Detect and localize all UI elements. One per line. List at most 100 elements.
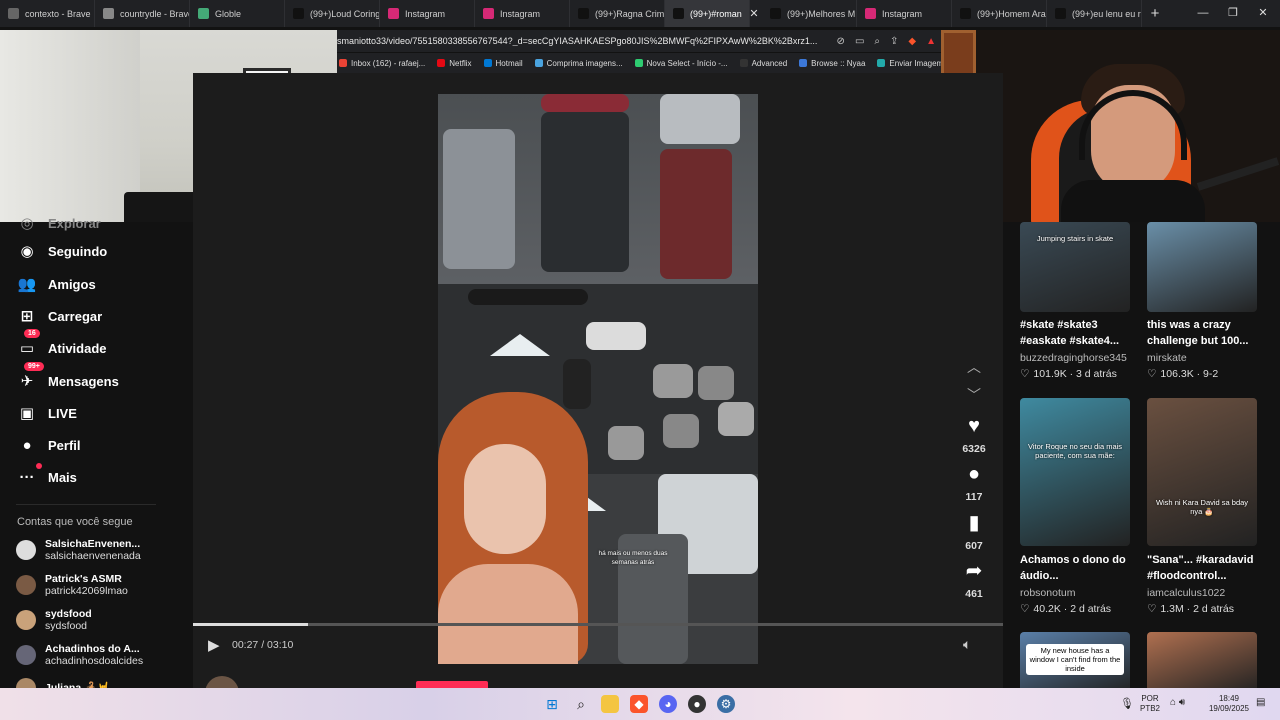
browser-tab[interactable]: Instagram bbox=[380, 0, 475, 27]
rewards-icon[interactable]: ▲ bbox=[926, 36, 936, 47]
sidebar-item-explore[interactable]: ◎ Explorar bbox=[16, 212, 100, 234]
close-window-button[interactable]: ✕ bbox=[1248, 0, 1278, 27]
account-name: Achadinhos do A... bbox=[45, 643, 140, 655]
friends-icon: 👥 bbox=[17, 276, 37, 293]
new-tab-button[interactable]: + bbox=[1142, 5, 1168, 22]
next-video-chevron-icon[interactable]: ﹀ bbox=[963, 385, 985, 405]
volume-icon[interactable]: 🔈︎ bbox=[963, 636, 971, 653]
microphone-icon[interactable]: 🎙︎ bbox=[1120, 699, 1134, 710]
sidebar-item-seguindo[interactable]: ◉ Seguindo bbox=[16, 240, 107, 262]
tab-favicon-icon bbox=[103, 8, 114, 19]
bookmark-label: Browse :: Nyaa bbox=[811, 58, 866, 68]
video-caption[interactable]: "Sana"... #karadavid #floodcontrol... bbox=[1147, 552, 1271, 584]
video-thumbnail[interactable]: Jumping stairs in skate bbox=[1020, 222, 1130, 312]
browser-tab[interactable]: (99+)Melhores M bbox=[762, 0, 857, 27]
bookmark-item[interactable]: Hotmail bbox=[483, 59, 523, 68]
bookmark-item[interactable]: Browse :: Nyaa bbox=[799, 59, 865, 68]
bookmark-item[interactable]: Comprima imagens... bbox=[534, 59, 623, 68]
bookmark-item[interactable]: Advanced bbox=[739, 59, 787, 68]
tab-favicon-icon bbox=[483, 8, 494, 19]
brave-browser-icon[interactable]: ◆ bbox=[630, 695, 648, 713]
bookmark-item[interactable]: Inbox (162) - rafaej... bbox=[339, 59, 425, 68]
brave-shield-icon[interactable]: ◆ bbox=[908, 36, 916, 47]
sidebar-item-amigos[interactable]: 👥 Amigos bbox=[16, 273, 96, 295]
video-author[interactable]: buzzedraginghorse345 bbox=[1020, 352, 1127, 364]
sidebar-item-carregar[interactable]: ⊞ Carregar bbox=[16, 305, 103, 327]
followed-account[interactable]: sydsfood sydsfood bbox=[16, 608, 92, 632]
video-caption[interactable]: this was a crazy challenge but 100... bbox=[1147, 317, 1271, 349]
url-text[interactable]: smaniotto33/video/7551580338556767544?_d… bbox=[337, 36, 831, 46]
video-thumbnail[interactable] bbox=[1147, 222, 1257, 312]
discord-icon[interactable]: ◕ bbox=[659, 695, 677, 713]
browser-tab[interactable]: Globle bbox=[190, 0, 285, 27]
windows-start-icon[interactable]: ⊞ bbox=[543, 695, 561, 713]
sidebar-item-live[interactable]: ▣ LIVE bbox=[16, 402, 77, 424]
tiktok-sidebar: ◎ Explorar ◉ Seguindo 👥 Amigos ⊞ Carregar ▭ 16 A… bbox=[0, 215, 193, 698]
video-author[interactable]: iamcalculus1022 bbox=[1147, 587, 1225, 599]
save-button[interactable]: ▮ 607 bbox=[958, 512, 990, 552]
sidebar-item-mais[interactable]: ··· Mais bbox=[16, 463, 77, 488]
video-thumbnail[interactable] bbox=[1147, 632, 1257, 688]
video-thumbnail[interactable]: My new house has a window I can't find f… bbox=[1020, 632, 1130, 688]
bookmark-item[interactable]: Enviar Imagem p bbox=[877, 59, 942, 68]
comment-button[interactable]: ● 117 bbox=[958, 463, 990, 503]
notification-icon[interactable]: ▤ bbox=[1256, 698, 1265, 708]
play-icon[interactable]: ▶ bbox=[208, 636, 226, 654]
browser-tab[interactable]: (99+)Homem Ara bbox=[952, 0, 1047, 27]
minimize-button[interactable]: — bbox=[1188, 0, 1218, 27]
maximize-button[interactable]: ❐ bbox=[1218, 0, 1248, 27]
video-stats: ♡ 40.2K · 2 d atrás bbox=[1020, 603, 1111, 615]
cast-icon[interactable]: ▭ bbox=[855, 36, 864, 47]
browser-tab[interactable]: countrydle - Brave bbox=[95, 0, 190, 27]
previous-video-chevron-icon[interactable]: ︿ bbox=[963, 357, 985, 377]
comment-count: 117 bbox=[965, 491, 983, 503]
video-author[interactable]: mirskate bbox=[1147, 352, 1187, 364]
sidebar-item-label: Perfil bbox=[48, 437, 81, 453]
activity-icon: ▭ 16 bbox=[16, 329, 40, 359]
browser-tab[interactable]: contexto - Brave bbox=[0, 0, 95, 27]
avatar bbox=[16, 575, 36, 595]
zoom-icon[interactable]: ⌕ bbox=[874, 36, 880, 47]
followed-account[interactable]: SalsichaEnvenen... salsichaenvenenada bbox=[16, 538, 141, 562]
followed-account[interactable]: Patrick's ASMR patrick42069lmao bbox=[16, 573, 128, 597]
browser-tab[interactable]: (99+)Loud Coring bbox=[285, 0, 380, 27]
video-author[interactable]: robsonotum bbox=[1020, 587, 1075, 599]
share-page-icon[interactable]: ⇪ bbox=[890, 36, 898, 47]
clock[interactable]: 18:49 19/09/2025 bbox=[1206, 694, 1252, 714]
video-thumbnail[interactable]: Wish ni Kara David sa bday nya 🎂 bbox=[1147, 398, 1257, 546]
video-caption[interactable]: Achamos o dono do áudio... bbox=[1020, 552, 1144, 584]
video-thumbnail[interactable]: Vitor Roque no seu dia mais paciente, co… bbox=[1020, 398, 1130, 546]
video-frame[interactable]: há mais ou menos duas semanas atrás bbox=[438, 94, 758, 664]
browser-tab[interactable]: (99+)Ragna Crim bbox=[570, 0, 665, 27]
like-button[interactable]: ♥ 6326 bbox=[958, 415, 990, 455]
settings-gear-icon[interactable]: ⚙ bbox=[717, 695, 735, 713]
file-explorer-icon[interactable] bbox=[601, 695, 619, 713]
progress-bar[interactable] bbox=[193, 623, 1003, 626]
browser-tab[interactable]: Instagram bbox=[857, 0, 952, 27]
bookmark-item[interactable]: Netflix bbox=[437, 59, 472, 68]
sidebar-item-perfil[interactable]: ● Perfil bbox=[16, 434, 81, 456]
sidebar-item-label: Atividade bbox=[48, 340, 107, 356]
sidebar-item-mensagens[interactable]: ✈ 99+ Mensagens bbox=[16, 362, 119, 392]
account-handle: sydsfood bbox=[45, 620, 88, 632]
network-icon[interactable]: ⌂ 🔊︎ bbox=[1170, 698, 1185, 708]
browser-tab[interactable]: (99+)#roman bbox=[665, 0, 750, 27]
keyboard-layout: PTB2 bbox=[1140, 704, 1161, 713]
browser-tab[interactable]: Instagram bbox=[475, 0, 570, 27]
bookmark-item[interactable]: Nova Select - Início -... bbox=[634, 59, 728, 68]
share-button[interactable]: ➦ 461 bbox=[958, 560, 990, 600]
reader-icon[interactable]: ⊘ bbox=[837, 36, 845, 47]
search-icon[interactable]: ⌕ bbox=[572, 695, 590, 713]
followed-account[interactable]: Achadinhos do A... achadinhosdoalcides bbox=[16, 643, 143, 667]
video-caption[interactable]: #skate #skate3 #easkate #skate4... bbox=[1020, 317, 1144, 349]
input-language[interactable]: POR PTB2 bbox=[1140, 694, 1160, 714]
avatar bbox=[16, 610, 36, 630]
sidebar-item-atividade[interactable]: ▭ 16 Atividade bbox=[16, 329, 107, 359]
browser-tab[interactable]: (99+)eu lenu eu r bbox=[1047, 0, 1142, 27]
live-icon: ▣ bbox=[19, 405, 35, 422]
close-tab-icon[interactable]: ✕ bbox=[746, 7, 762, 20]
address-bar[interactable]: smaniotto33/video/7551580338556767544?_d… bbox=[337, 30, 942, 52]
tab-title: (99+)Melhores M bbox=[787, 8, 856, 19]
obs-icon[interactable]: ● bbox=[688, 695, 706, 713]
account-name: Patrick's ASMR bbox=[45, 573, 122, 585]
